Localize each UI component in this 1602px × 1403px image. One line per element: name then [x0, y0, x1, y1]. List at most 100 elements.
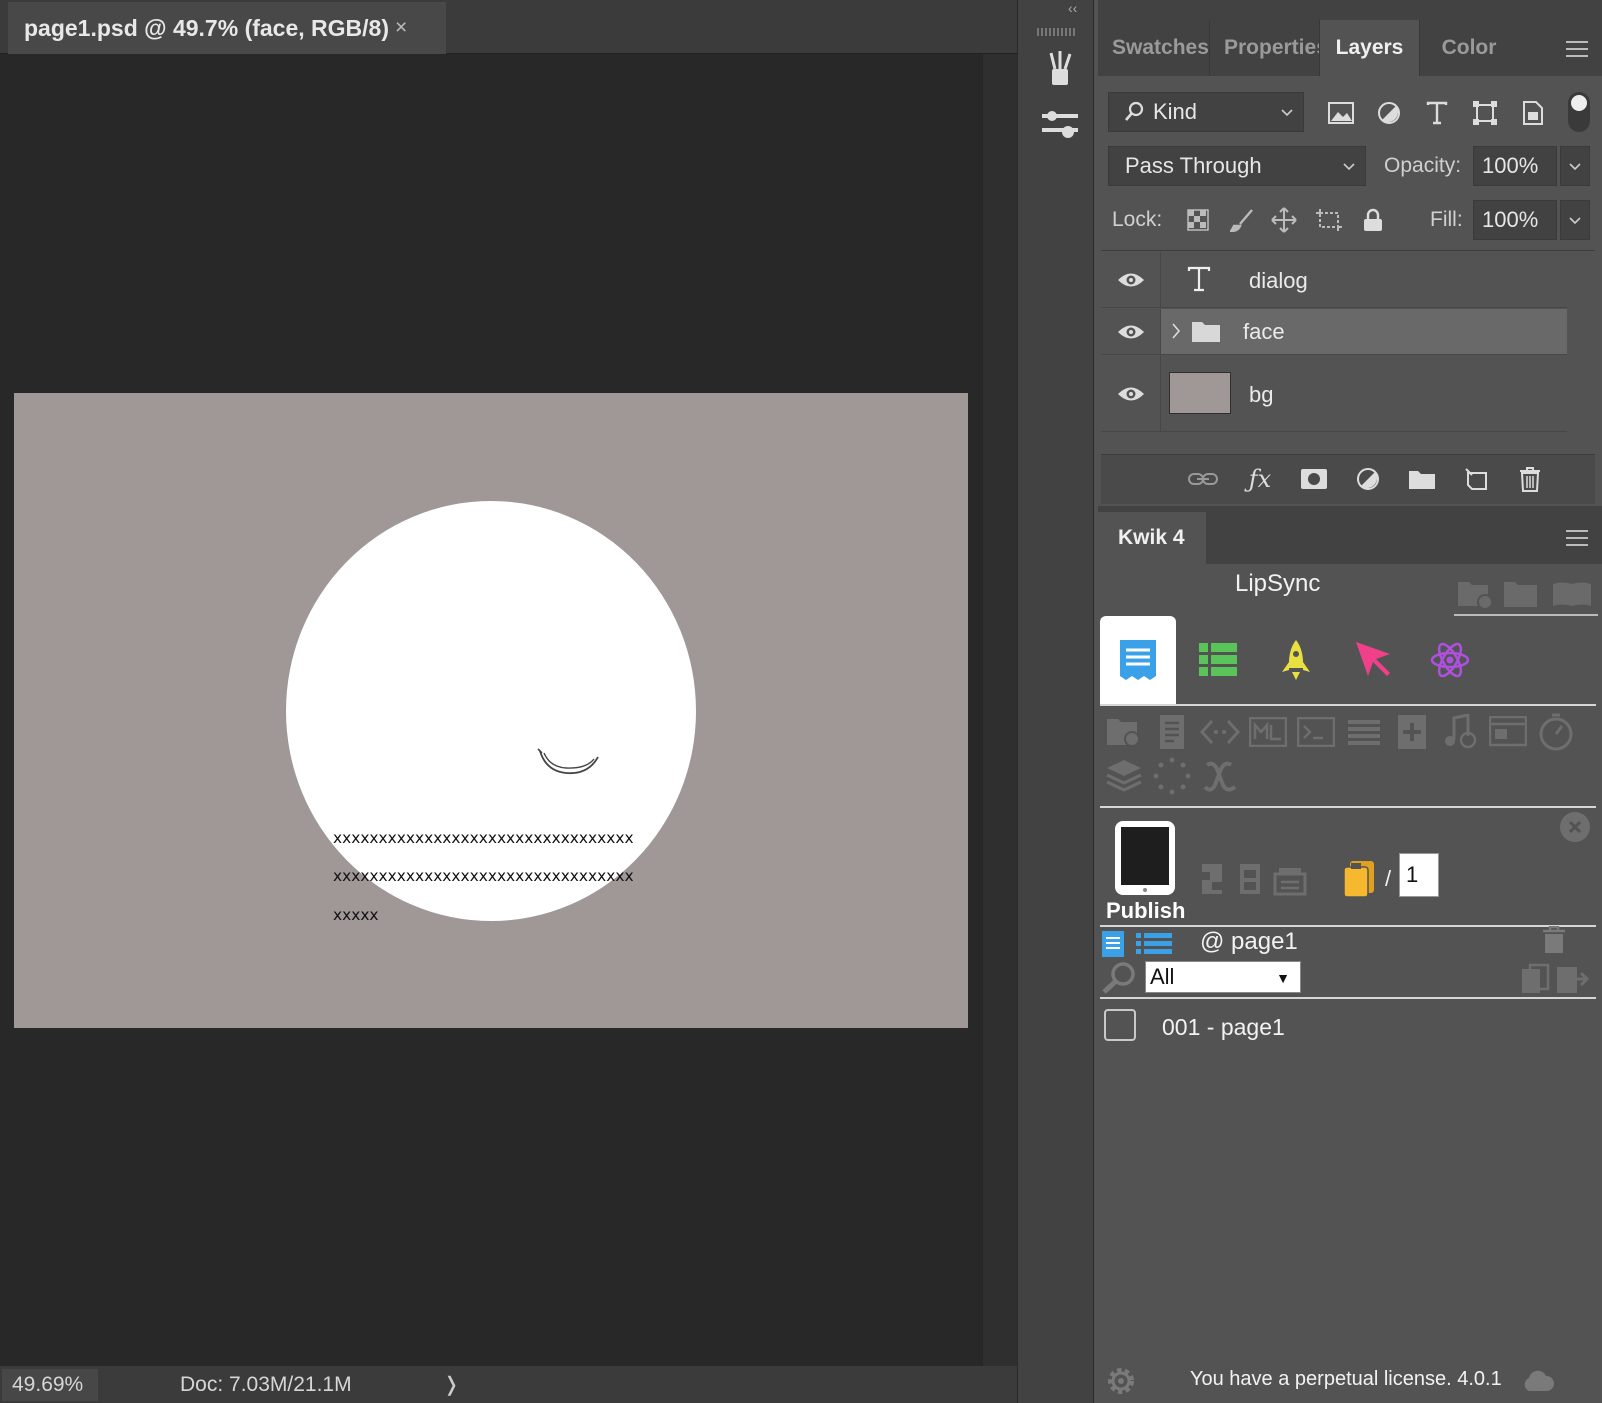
settings-gear-icon[interactable] — [1102, 1362, 1140, 1400]
category-rocket-button[interactable] — [1258, 616, 1334, 704]
page-separator: / — [1385, 866, 1392, 891]
lock-position-icon[interactable] — [1270, 206, 1298, 234]
visibility-toggle[interactable] — [1101, 309, 1161, 354]
page-view-icon[interactable] — [1100, 929, 1126, 959]
html-icon[interactable] — [1248, 712, 1288, 752]
visibility-toggle[interactable] — [1101, 356, 1161, 431]
panel-tabs: Swatches Properties Layers Color — [1098, 20, 1602, 76]
terminal-icon[interactable] — [1296, 712, 1336, 752]
expand-group-icon[interactable] — [1171, 323, 1181, 339]
web-icon[interactable] — [1488, 712, 1528, 752]
publish-label[interactable]: Publish — [1106, 898, 1185, 924]
filter-toggle[interactable] — [1568, 92, 1590, 132]
doc-size-info[interactable]: Doc: 7.03M/21.1M — [180, 1373, 352, 1397]
dock-grip[interactable] — [1037, 28, 1075, 36]
blend-mode-value: Pass Through — [1125, 153, 1262, 178]
opacity-input[interactable]: 100% — [1473, 146, 1557, 186]
new-layer-icon[interactable] — [1460, 464, 1492, 494]
type-filter-icon[interactable] — [1420, 96, 1454, 130]
category-atom-button[interactable] — [1412, 616, 1488, 704]
code-icon[interactable] — [1200, 712, 1240, 752]
dialog-text-line: xxxxx — [333, 906, 379, 924]
add-mask-icon[interactable] — [1298, 464, 1330, 494]
add-page-icon[interactable] — [1392, 712, 1432, 752]
zoom-field[interactable]: 49.69% — [2, 1368, 98, 1401]
page-list-item[interactable]: 001 - page1 — [1162, 1014, 1285, 1041]
delete-layer-icon[interactable] — [1514, 464, 1546, 494]
link-layers-icon[interactable] — [1186, 464, 1220, 494]
opacity-dropdown[interactable] — [1560, 146, 1590, 186]
new-project-icon[interactable] — [1456, 576, 1496, 612]
pages-clipboard-icon[interactable] — [1340, 858, 1380, 900]
open-project-icon[interactable] — [1502, 576, 1542, 612]
category-pointer-button[interactable] — [1336, 616, 1412, 704]
lock-transparent-icon[interactable] — [1184, 206, 1212, 234]
variable-icon[interactable] — [1200, 756, 1240, 796]
category-pages-button[interactable] — [1100, 616, 1176, 704]
stack-icon[interactable] — [1344, 712, 1384, 752]
lock-artboard-icon[interactable] — [1314, 206, 1344, 234]
canvas[interactable]: xxxxxxxxxxxxxxxxxxxxxxxxxxxxxxxxx xxxxxx… — [14, 393, 968, 1028]
kwik-menu-icon[interactable] — [1566, 530, 1588, 546]
category-list-button[interactable] — [1180, 616, 1256, 704]
panel-menu-icon[interactable] — [1566, 41, 1588, 57]
library-icon[interactable] — [1550, 576, 1594, 612]
spinner-icon[interactable] — [1152, 756, 1192, 796]
page-filter-select[interactable]: All ▼ — [1145, 961, 1301, 993]
tab-kwik[interactable]: Kwik 4 — [1098, 512, 1206, 564]
layer-row-face[interactable]: face — [1101, 309, 1567, 355]
brushes-icon[interactable] — [1040, 48, 1080, 88]
smart-object-filter-icon[interactable] — [1516, 96, 1550, 130]
page-count-input[interactable]: 1 — [1399, 853, 1439, 897]
search-icon[interactable] — [1100, 960, 1138, 996]
pixel-filter-icon[interactable] — [1324, 96, 1358, 130]
vertical-scrollbar[interactable] — [982, 54, 1017, 1366]
filter-kind-select[interactable]: Kind — [1108, 92, 1304, 132]
export-archive-icon[interactable] — [1272, 864, 1308, 898]
fx-icon[interactable]: ƒx — [1242, 462, 1278, 496]
duplicate-page-icon[interactable] — [1518, 962, 1552, 996]
chevron-down-icon — [1569, 217, 1581, 225]
fill-label: Fill: — [1430, 208, 1463, 231]
document-icon[interactable] — [1152, 712, 1192, 752]
eye-icon — [1117, 273, 1144, 286]
new-adjustment-icon[interactable] — [1352, 464, 1384, 494]
lock-label: Lock: — [1112, 208, 1163, 231]
delete-page-icon[interactable] — [1540, 924, 1568, 956]
collapse-left-icon[interactable]: ‹‹ — [1068, 0, 1077, 16]
lock-all-icon[interactable] — [1360, 206, 1386, 234]
tab-swatches[interactable]: Swatches — [1098, 20, 1210, 76]
status-menu-arrow[interactable]: ❭ — [443, 1372, 460, 1397]
cloud-icon[interactable] — [1520, 1368, 1556, 1394]
export-page-icon[interactable] — [1554, 962, 1590, 996]
fill-input[interactable]: 100% — [1473, 200, 1557, 240]
list-view-icon[interactable] — [1134, 929, 1174, 959]
layers-stack-icon[interactable] — [1104, 756, 1144, 796]
close-icon[interactable] — [1560, 812, 1590, 842]
layer-row-bg[interactable]: bg — [1101, 356, 1567, 432]
adjustment-filter-icon[interactable] — [1372, 96, 1406, 130]
document-tab[interactable]: page1.psd @ 49.7% (face, RGB/8) × — [8, 2, 446, 54]
blend-mode-select[interactable]: Pass Through — [1108, 146, 1366, 186]
export-assets-icon[interactable] — [1196, 860, 1228, 898]
adjustments-icon[interactable] — [1040, 104, 1080, 144]
shape-filter-icon[interactable] — [1468, 96, 1502, 130]
tab-layers[interactable]: Layers — [1320, 20, 1420, 76]
visibility-toggle[interactable] — [1101, 252, 1161, 307]
timer-icon[interactable] — [1536, 712, 1576, 752]
tab-properties[interactable]: Properties — [1210, 20, 1320, 76]
rocket-icon — [1282, 640, 1310, 680]
audio-icon[interactable] — [1440, 712, 1480, 752]
close-tab-icon[interactable]: × — [395, 16, 407, 40]
layer-row-dialog[interactable]: dialog — [1101, 252, 1567, 308]
fill-dropdown[interactable] — [1560, 200, 1590, 240]
page-filter-value: All — [1150, 964, 1175, 989]
publish-device-button[interactable] — [1114, 820, 1176, 896]
export-images-icon[interactable] — [1234, 860, 1266, 898]
lock-pixels-icon[interactable] — [1228, 206, 1256, 234]
new-group-icon[interactable] — [1406, 464, 1438, 494]
scene-icon[interactable] — [1104, 712, 1144, 752]
tab-color[interactable]: Color — [1420, 20, 1518, 76]
page-checkbox[interactable] — [1104, 1009, 1136, 1041]
page-icon — [1120, 640, 1156, 680]
